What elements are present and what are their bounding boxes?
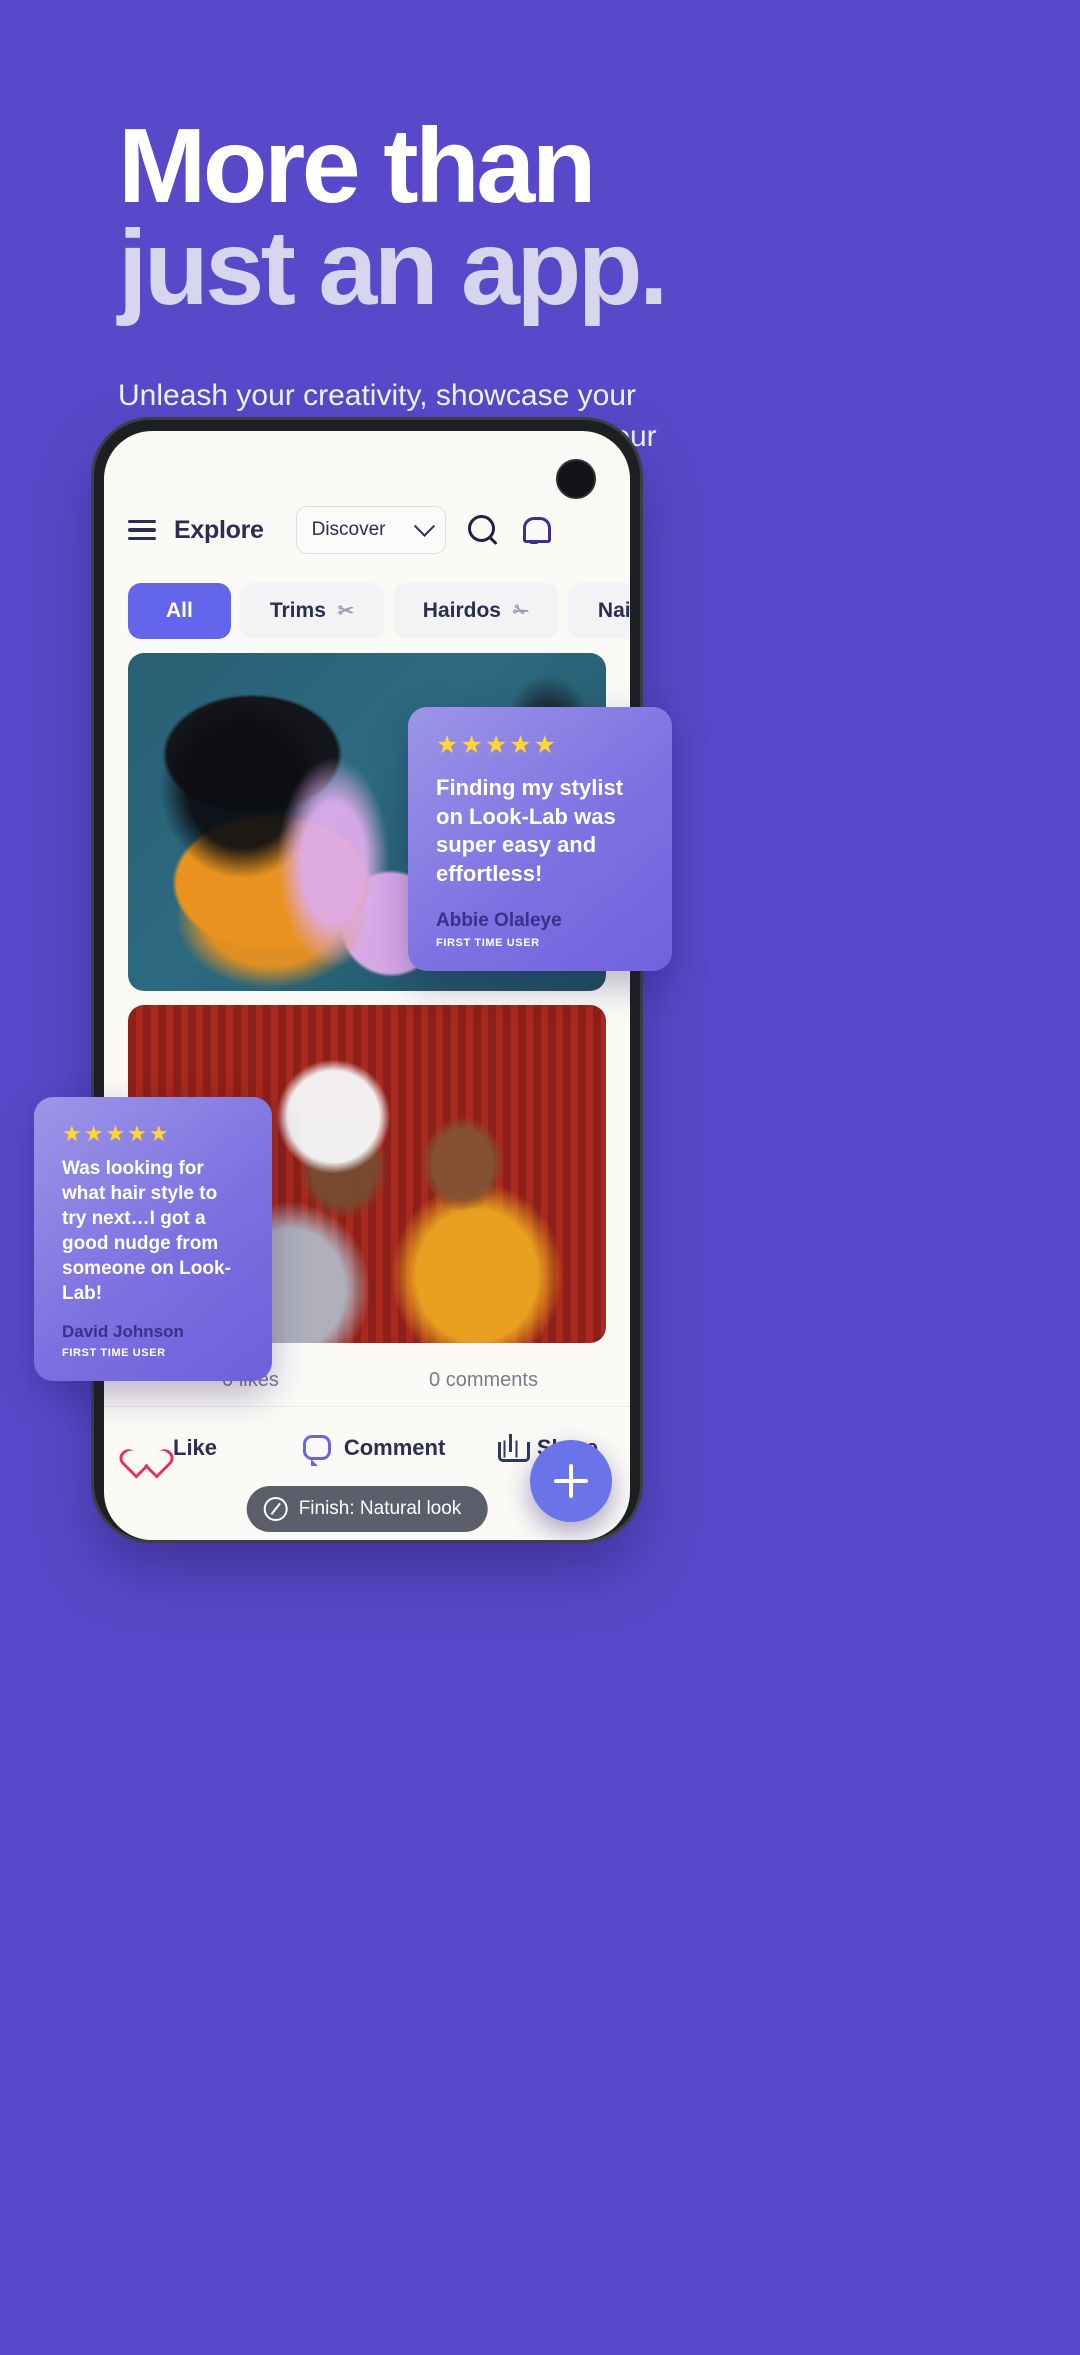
create-post-fab[interactable]	[530, 1440, 612, 1522]
testimonial-card-1: ★★★★★ Finding my stylist on Look-Lab was…	[408, 707, 672, 972]
chevron-down-icon	[413, 515, 435, 537]
comment-button[interactable]: Comment	[286, 1434, 461, 1466]
hamburger-icon[interactable]	[128, 519, 156, 541]
rating-stars: ★★★★★	[436, 731, 559, 759]
rating-stars: ★★★★★	[62, 1121, 171, 1146]
chip-trims[interactable]: Trims ✂	[239, 583, 384, 639]
chip-nails-label: Nails	[597, 599, 630, 622]
search-button[interactable]	[467, 515, 498, 545]
testimonial-author: David Johnson	[62, 1322, 184, 1342]
comments-count: 0 comments	[429, 1369, 538, 1391]
testimonial-quote: Was looking for what hair style to try n…	[62, 1158, 231, 1305]
bell-icon	[520, 515, 551, 545]
testimonial-author: Abbie Olaleye	[436, 910, 562, 932]
heart-icon	[130, 1434, 160, 1462]
finish-status-label: Finish: Natural look	[298, 1498, 462, 1519]
front-camera-icon	[556, 459, 596, 499]
headline-line-1: More than	[118, 107, 596, 225]
edit-pencil-icon	[263, 1497, 288, 1521]
notifications-button[interactable]	[520, 515, 551, 545]
chip-all-label: All	[166, 599, 193, 622]
comment-icon	[302, 1435, 331, 1466]
like-button[interactable]: Like	[130, 1434, 286, 1462]
shears-icon: ✁	[512, 600, 529, 622]
search-icon	[467, 515, 498, 545]
testimonial-role: FIRST TIME USER	[436, 937, 540, 950]
chip-hairdos-label: Hairdos	[422, 599, 501, 622]
chip-trims-label: Trims	[269, 599, 326, 622]
share-icon	[497, 1433, 530, 1462]
filter-chips: All Trims ✂ Hairdos ✁ Nails	[104, 583, 630, 639]
app-header: Explore Discover	[104, 493, 630, 567]
testimonial-quote: Finding my stylist on Look-Lab was super…	[436, 775, 624, 886]
discover-dropdown[interactable]: Discover	[295, 506, 446, 554]
finish-status-pill[interactable]: Finish: Natural look	[246, 1486, 488, 1532]
scissors-icon: ✂	[337, 600, 354, 622]
chip-nails[interactable]: Nails	[567, 583, 630, 639]
app-page-title: Explore	[174, 515, 264, 544]
headline-line-2: just an app.	[118, 208, 668, 327]
chip-hairdos[interactable]: Hairdos ✁	[392, 583, 559, 639]
page-title: More than just an app.	[118, 107, 1080, 327]
discover-dropdown-value: Discover	[311, 519, 386, 540]
testimonial-role: FIRST TIME USER	[62, 1347, 166, 1360]
testimonial-card-2: ★★★★★ Was looking for what hair style to…	[34, 1097, 272, 1382]
like-button-label: Like	[173, 1434, 218, 1460]
comment-button-label: Comment	[343, 1434, 446, 1460]
plus-icon	[554, 1464, 588, 1498]
chip-all[interactable]: All	[128, 583, 231, 639]
